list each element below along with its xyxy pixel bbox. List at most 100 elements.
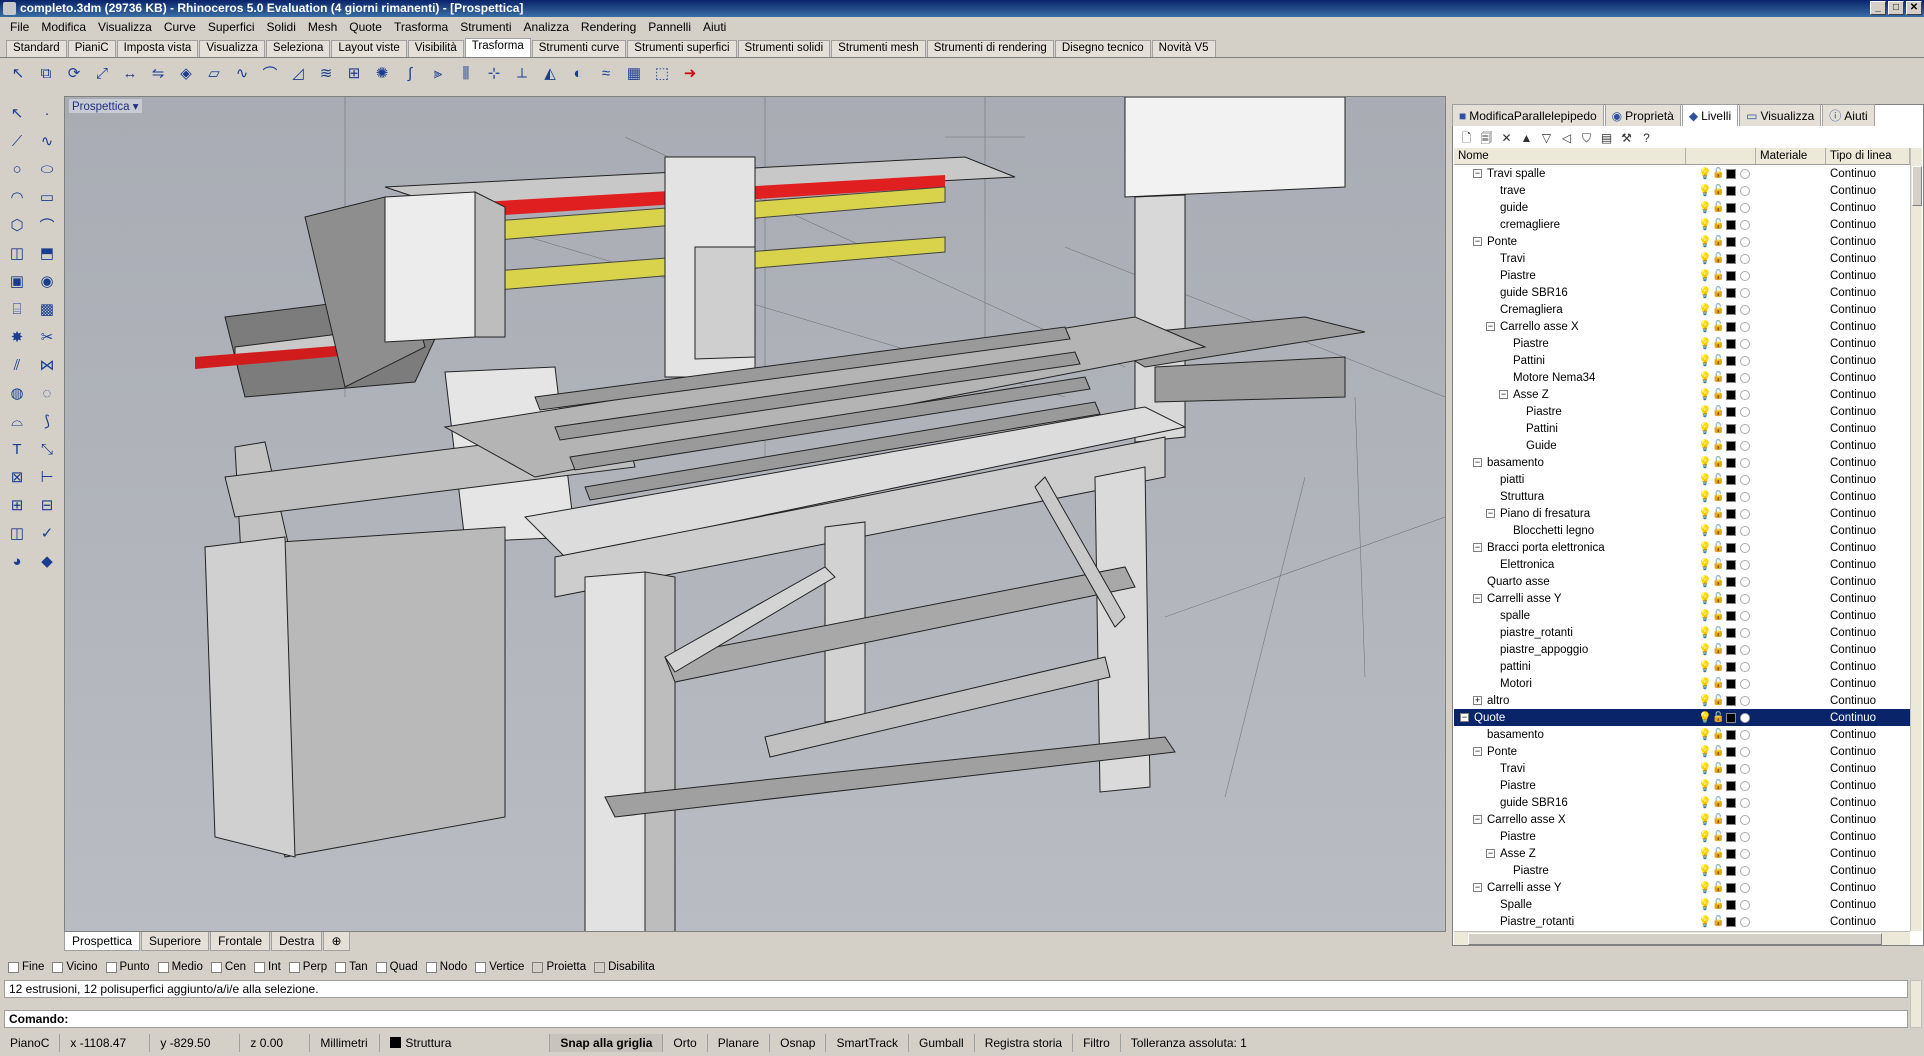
osnap-checkbox[interactable] [475,961,487,973]
rectangle-icon[interactable]: ▭ [33,184,61,210]
layer-icon[interactable]: ◫ [3,520,31,546]
arrow-right-icon[interactable]: ➜ [678,61,702,85]
layer-linetype[interactable]: Continuo [1826,304,1906,316]
render-icon[interactable]: ◕ [3,548,31,574]
layer-color-swatch[interactable] [1726,610,1736,621]
toolbar-tab[interactable]: Strumenti superfici [627,40,737,57]
toolbar-tab[interactable]: Trasforma [464,38,531,57]
lightbulb-icon[interactable]: 💡 [1698,168,1712,180]
panel-tab[interactable]: ◆ Livelli [1681,104,1739,126]
layer-row[interactable]: Motore Nema34 💡 🔓 Continuo [1454,369,1910,386]
material-circle-icon[interactable] [1740,678,1750,689]
layer-linetype[interactable]: Continuo [1826,491,1906,503]
command-prompt[interactable]: Comando: [4,1010,1908,1028]
layer-states-icon[interactable]: ▤ [1598,130,1615,147]
lock-icon[interactable]: 🔓 [1712,882,1724,894]
menu-item[interactable]: Strumenti [454,20,517,34]
layer-expand-toggle[interactable]: − [1473,169,1482,178]
material-circle-icon[interactable] [1740,644,1750,655]
layer-row[interactable]: − basamento 💡 🔓 Continuo [1454,454,1910,471]
lightbulb-icon[interactable]: 💡 [1698,406,1712,418]
lightbulb-icon[interactable]: 💡 [1698,508,1712,520]
layer-linetype[interactable]: Continuo [1826,287,1906,299]
layer-color-swatch[interactable] [1726,865,1736,876]
copy-icon[interactable]: ⧉ [34,61,58,85]
material-circle-icon[interactable] [1740,661,1750,672]
layer-row[interactable]: Pattini 💡 🔓 Continuo [1454,352,1910,369]
layer-row[interactable]: spalle 💡 🔓 Continuo [1454,607,1910,624]
layer-linetype[interactable]: Continuo [1826,865,1906,877]
lightbulb-icon[interactable]: 💡 [1698,729,1712,741]
status-cplane[interactable]: PianoC [0,1034,61,1052]
layer-expand-toggle[interactable]: − [1473,594,1482,603]
lock-icon[interactable]: 🔓 [1712,389,1724,401]
layer-linetype[interactable]: Continuo [1826,627,1906,639]
arc-icon[interactable]: ◠ [3,184,31,210]
lightbulb-icon[interactable]: 💡 [1698,287,1712,299]
layer-linetype[interactable]: Continuo [1826,576,1906,588]
layer-expand-toggle[interactable]: − [1460,713,1469,722]
minimize-button[interactable]: _ [1870,1,1886,15]
osnap-checkbox[interactable] [105,961,117,973]
array-curve-icon[interactable]: ∫ [398,61,422,85]
osnap-vicino[interactable]: Vicino [52,961,98,973]
layer-color-swatch[interactable] [1726,831,1736,842]
layer-expand-toggle[interactable]: − [1499,390,1508,399]
layer-linetype[interactable]: Continuo [1826,712,1906,724]
lock-icon[interactable]: 🔓 [1712,559,1724,571]
layer-color-swatch[interactable] [1726,644,1736,655]
layer-linetype[interactable]: Continuo [1826,678,1906,690]
material-circle-icon[interactable] [1740,202,1750,213]
transform-icon[interactable]: ⊠ [3,464,31,490]
cage-icon[interactable]: ▦ [622,61,646,85]
lock-icon[interactable]: 🔓 [1712,593,1724,605]
lightbulb-icon[interactable]: 💡 [1698,542,1712,554]
material-circle-icon[interactable] [1740,848,1750,859]
menu-item[interactable]: Visualizza [92,20,158,34]
lock-icon[interactable]: 🔓 [1712,814,1724,826]
mesh-icon[interactable]: ▩ [33,296,61,322]
layer-row[interactable]: guide 💡 🔓 Continuo [1454,199,1910,216]
layer-color-swatch[interactable] [1726,491,1736,502]
layer-row[interactable]: basamento 💡 🔓 Continuo [1454,726,1910,743]
layer-color-swatch[interactable] [1726,661,1736,672]
material-circle-icon[interactable] [1740,423,1750,434]
material-circle-icon[interactable] [1740,406,1750,417]
layer-color-swatch[interactable] [1726,474,1736,485]
lightbulb-icon[interactable]: 💡 [1698,185,1712,197]
material-circle-icon[interactable] [1740,440,1750,451]
layer-linetype[interactable]: Continuo [1826,729,1906,741]
layer-expand-toggle[interactable]: − [1486,509,1495,518]
lock-icon[interactable]: 🔓 [1712,457,1724,469]
bend-icon[interactable]: ⌒ [258,61,282,85]
lightbulb-icon[interactable]: 💡 [1698,321,1712,333]
polygon-icon[interactable]: ⬡ [3,212,31,238]
toolbar-tab[interactable]: Strumenti di rendering [926,40,1054,57]
flow-surface-icon[interactable]: ≈ [594,61,618,85]
layer-linetype[interactable]: Continuo [1826,916,1906,928]
lock-icon[interactable]: 🔓 [1712,304,1724,316]
lightbulb-icon[interactable]: 💡 [1698,695,1712,707]
menu-item[interactable]: Superfici [202,20,261,34]
lock-icon[interactable]: 🔓 [1712,236,1724,248]
lightbulb-icon[interactable]: 💡 [1698,610,1712,622]
toolbar-tab[interactable]: Disegno tecnico [1054,40,1151,57]
close-button[interactable]: ✕ [1906,1,1922,15]
material-circle-icon[interactable] [1740,712,1750,723]
gumball-toggle[interactable]: Gumball [909,1034,975,1052]
material-circle-icon[interactable] [1740,168,1750,179]
offset-icon[interactable]: ⟆ [33,408,61,434]
cylinder-icon[interactable]: ⌸ [3,296,31,322]
layer-row[interactable]: guide SBR16 💡 🔓 Continuo [1454,794,1910,811]
lock-icon[interactable]: 🔓 [1712,644,1724,656]
layer-linetype[interactable]: Continuo [1826,763,1906,775]
dimension-icon[interactable]: ⊢ [33,464,61,490]
lightbulb-icon[interactable]: 💡 [1698,236,1712,248]
filter-toggle[interactable]: Filtro [1073,1034,1121,1052]
layer-row[interactable]: − Carrelli asse Y 💡 🔓 Continuo [1454,879,1910,896]
col-name[interactable]: Nome [1454,148,1686,164]
layer-linetype[interactable]: Continuo [1826,593,1906,605]
osnap-checkbox[interactable] [288,961,300,973]
layer-color-swatch[interactable] [1726,593,1736,604]
material-circle-icon[interactable] [1740,474,1750,485]
